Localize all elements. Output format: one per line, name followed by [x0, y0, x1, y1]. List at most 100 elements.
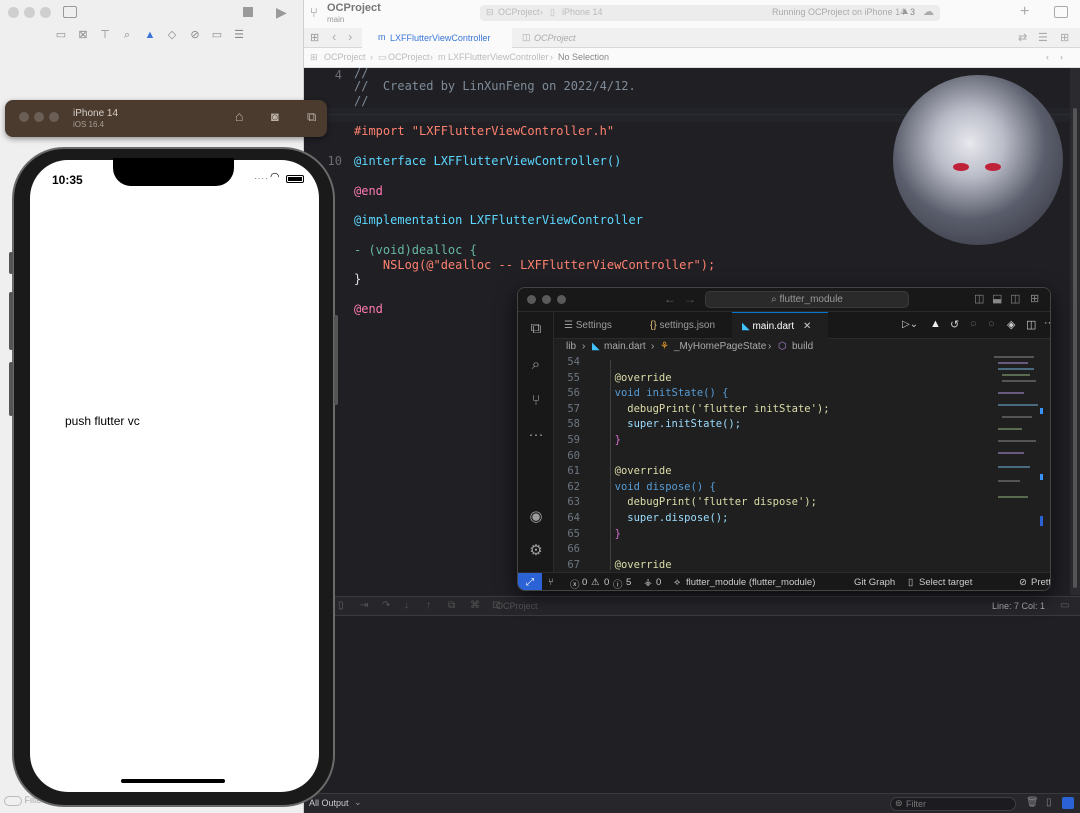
split-left-icon[interactable]: ▯: [1046, 797, 1052, 808]
view-hierarchy-icon[interactable]: ⧉: [448, 600, 455, 611]
toggle-sidebar-icon[interactable]: ◫: [974, 292, 984, 305]
memory-graph-icon[interactable]: ⌘: [470, 600, 480, 611]
jumpbar-file[interactable]: LXFFlutterViewController: [448, 52, 548, 62]
add-icon[interactable]: +: [1020, 3, 1029, 21]
next-issue-icon[interactable]: ›: [1060, 52, 1063, 62]
vscode-editor[interactable]: 54 55 56 57 58 59 60 61 62 63 64 65 66 6…: [554, 356, 984, 571]
git-lens-icon[interactable]: ◈: [1007, 318, 1015, 331]
iphone-screen[interactable]: 10:35 ···· ◠ push flutter vc: [30, 160, 319, 792]
jumpbar-group[interactable]: OCProject: [388, 52, 430, 62]
breakpoint-icon[interactable]: ▭: [210, 28, 224, 42]
add-editor-icon[interactable]: ⊞: [1060, 31, 1069, 44]
branch-icon[interactable]: ⑂: [548, 577, 554, 588]
close-window-button[interactable]: [8, 7, 19, 18]
step-out-icon[interactable]: ↑: [426, 600, 431, 611]
warning-icon[interactable]: ▲: [900, 6, 910, 17]
next-change-icon[interactable]: ○: [988, 318, 995, 330]
breadcrumb-file[interactable]: main.dart: [604, 341, 646, 352]
zoom-window-button[interactable]: [557, 295, 566, 304]
step-over-icon[interactable]: ↷: [382, 600, 390, 611]
source-control-icon[interactable]: ⊠: [76, 28, 90, 42]
error-count[interactable]: 0: [582, 577, 587, 588]
command-center-search[interactable]: ⌕ flutter_module: [705, 291, 909, 308]
rotate-icon[interactable]: ⧉: [307, 109, 316, 125]
grid-icon[interactable]: ⊞: [310, 31, 319, 44]
zoom-window-button[interactable]: [40, 7, 51, 18]
find-icon[interactable]: ⌕: [120, 28, 134, 42]
warning-count[interactable]: 0: [604, 577, 609, 588]
folder-icon[interactable]: ▭: [54, 28, 68, 42]
back-icon[interactable]: ←: [664, 292, 676, 306]
tab-lxfflutterviewcontroller[interactable]: m LXFFlutterViewController: [362, 28, 512, 48]
report-icon[interactable]: ☰: [232, 28, 246, 42]
previous-change-icon[interactable]: ○: [970, 318, 977, 330]
inspector-toggle-icon[interactable]: [1054, 6, 1068, 18]
trash-icon[interactable]: 🗑: [1026, 797, 1039, 808]
ports-count[interactable]: 0: [656, 577, 661, 588]
select-target[interactable]: Select target: [919, 577, 972, 588]
toggle-secondary-sidebar-icon[interactable]: ◫: [1010, 292, 1020, 305]
related-items-icon[interactable]: ⊞: [310, 52, 318, 63]
back-icon[interactable]: ‹: [332, 29, 336, 44]
previous-issue-icon[interactable]: ‹: [1046, 52, 1049, 62]
hierarchy-icon[interactable]: ⊤: [98, 28, 112, 42]
hot-reload-icon[interactable]: ↺: [950, 318, 959, 331]
toggle-panel-icon[interactable]: ⬓: [992, 292, 1002, 305]
issue-icon[interactable]: ▲: [143, 28, 157, 42]
tab-main-dart[interactable]: ◣ main.dart ✕: [732, 312, 828, 339]
minimize-window-button[interactable]: [24, 7, 35, 18]
stop-button[interactable]: [243, 7, 253, 17]
close-window-button[interactable]: [527, 295, 536, 304]
minimize-window-button[interactable]: [542, 295, 551, 304]
breadcrumb-lib[interactable]: lib: [566, 341, 576, 352]
activity-viewer[interactable]: ⊟ OCProject › ▯ iPhone 14 Running OCProj…: [480, 5, 940, 21]
explorer-icon[interactable]: ⧉: [527, 320, 545, 338]
forward-icon[interactable]: ›: [348, 29, 352, 44]
tab-ocproject[interactable]: ◫ OCProject: [514, 28, 664, 48]
editor-options-icon[interactable]: ☰: [1038, 31, 1048, 44]
continue-icon[interactable]: ⇥: [360, 600, 368, 611]
more-actions-icon[interactable]: ···: [1044, 317, 1050, 329]
account-icon[interactable]: ◉: [527, 508, 545, 526]
test-icon[interactable]: ◇: [165, 28, 179, 42]
close-window-button[interactable]: [19, 112, 29, 122]
info-count[interactable]: 5: [626, 577, 631, 588]
toggle-debug-area-icon[interactable]: ▯: [338, 600, 344, 611]
flutter-project[interactable]: flutter_module (flutter_module): [686, 577, 815, 588]
step-into-icon[interactable]: ↓: [404, 600, 409, 611]
screenshot-icon[interactable]: ◙: [271, 109, 279, 124]
tab-settings-json[interactable]: {} settings.json: [640, 312, 725, 339]
scrollbar-thumb[interactable]: [1073, 108, 1077, 588]
forward-icon[interactable]: →: [684, 292, 696, 306]
run-debug-icon[interactable]: ▷⌄: [902, 319, 918, 330]
panel-toggle-icon[interactable]: ▭: [1060, 600, 1069, 611]
close-icon[interactable]: ✕: [803, 321, 811, 332]
tab-settings[interactable]: ☰ Settings: [554, 312, 622, 339]
prettier-status[interactable]: Prett: [1031, 577, 1050, 588]
minimize-window-button[interactable]: [34, 112, 44, 122]
push-flutter-vc-button[interactable]: push flutter vc: [65, 414, 140, 428]
output-selector[interactable]: All Output: [309, 798, 349, 808]
search-icon[interactable]: ⌕: [527, 356, 545, 374]
refresh-icon[interactable]: ⇄: [1018, 31, 1027, 44]
more-icon[interactable]: ···: [527, 426, 545, 444]
scheme-name[interactable]: OCProject: [498, 7, 540, 17]
home-icon[interactable]: ⌂: [235, 108, 243, 124]
breadcrumb-class[interactable]: _MyHomePageState: [674, 341, 766, 352]
console-area[interactable]: [304, 616, 1080, 794]
split-editor-icon[interactable]: ◫: [1026, 318, 1036, 331]
source-control-icon[interactable]: ⑂: [527, 392, 545, 410]
home-indicator[interactable]: [121, 779, 225, 783]
remote-icon[interactable]: ⤢: [518, 573, 542, 590]
flutter-devtools-icon[interactable]: ▲: [930, 318, 941, 330]
editor-scrollbar[interactable]: [1070, 68, 1080, 595]
customize-layout-icon[interactable]: ⊞: [1030, 292, 1039, 305]
run-button[interactable]: ▶: [276, 4, 287, 21]
jumpbar-selection[interactable]: No Selection: [558, 52, 609, 62]
split-right-icon[interactable]: [1062, 797, 1074, 809]
minimap[interactable]: [992, 356, 1044, 526]
console-filter-input[interactable]: ⊜ Filter: [890, 797, 1016, 811]
zoom-window-button[interactable]: [49, 112, 59, 122]
debug-icon[interactable]: ⊘: [188, 28, 202, 42]
gear-icon[interactable]: ⚙: [527, 542, 545, 560]
